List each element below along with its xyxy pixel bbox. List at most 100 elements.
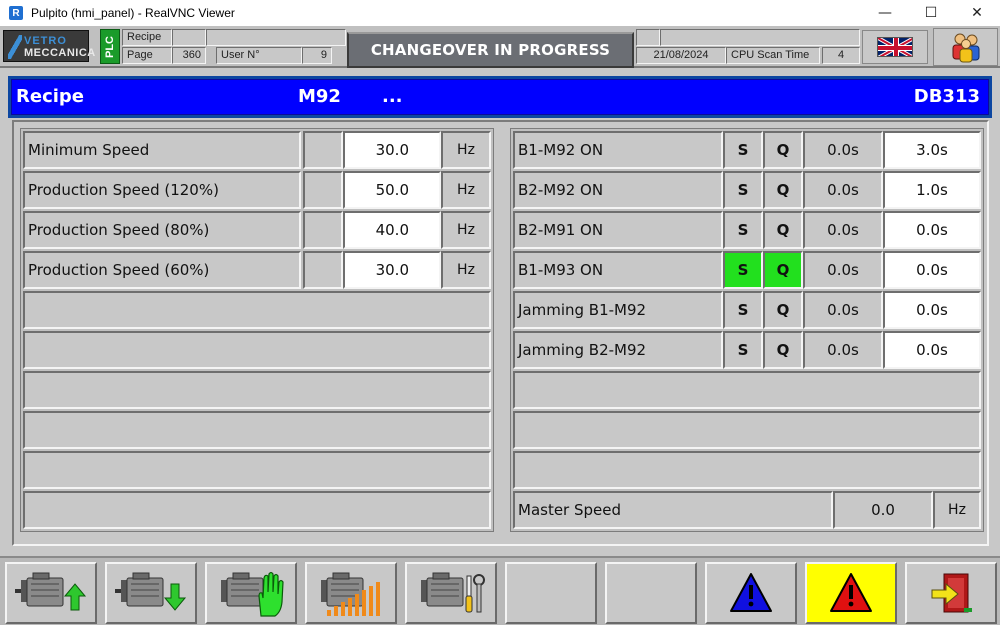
timer-parameters-frame: B1-M92 ON S Q 0.0s 3.0s B2-M92 ON S Q 0.…: [510, 128, 984, 532]
timer-elapsed: 0.0s: [803, 131, 883, 169]
users-group-icon: [952, 33, 979, 63]
motor-up-button[interactable]: [5, 562, 97, 624]
header-blank-cell: [660, 29, 860, 46]
red-alarm-icon: [830, 573, 872, 612]
empty-row: [23, 491, 491, 529]
empty-row: [513, 371, 981, 409]
speed-label: Production Speed (60%): [23, 251, 301, 289]
page-number: 360: [172, 47, 206, 64]
recipe-description: ...: [382, 86, 403, 107]
master-speed-label: Master Speed: [513, 491, 833, 529]
bottom-toolbar: [0, 556, 1000, 625]
header-blank-cell: [206, 29, 346, 46]
motor-hand-icon: [221, 571, 284, 617]
timer-preset-input[interactable]: 0.0s: [883, 211, 981, 249]
recipe-parameters-panel: Minimum Speed 30.0 Hz Production Speed (…: [12, 120, 989, 546]
minimize-button[interactable]: —: [862, 0, 908, 26]
empty-row: [23, 331, 491, 369]
plc-label: PLC: [104, 35, 116, 58]
master-speed-value: 0.0: [833, 491, 933, 529]
timer-preset-input[interactable]: 0.0s: [883, 251, 981, 289]
logo-line-1: VETRO: [24, 35, 67, 47]
changeover-status-banner: CHANGEOVER IN PROGRESS: [347, 32, 634, 68]
motor-speed-bars-icon: [321, 572, 380, 616]
timer-s-indicator: S: [723, 331, 763, 369]
logo-mark-icon: [8, 35, 22, 59]
empty-button-1[interactable]: [505, 562, 597, 624]
motor-down-button[interactable]: [105, 562, 197, 624]
close-button[interactable]: ✕: [954, 0, 1000, 26]
warnings-button[interactable]: [705, 562, 797, 624]
user-label: User N°: [216, 47, 302, 64]
speed-value-input[interactable]: 40.0: [343, 211, 441, 249]
empty-row: [513, 411, 981, 449]
timer-elapsed: 0.0s: [803, 211, 883, 249]
window-title: Pulpito (hmi_panel) - RealVNC Viewer: [31, 6, 235, 20]
motor-arrow-down-icon: [115, 572, 187, 611]
language-button[interactable]: [862, 30, 928, 64]
speed-parameters-frame: Minimum Speed 30.0 Hz Production Speed (…: [20, 128, 494, 532]
vetro-meccanica-logo: VETRO MECCANICA: [3, 30, 95, 62]
speed-value-input[interactable]: 50.0: [343, 171, 441, 209]
speed-unit: Hz: [441, 171, 491, 209]
exit-door-icon: [931, 573, 972, 613]
date-display: 21/08/2024: [636, 47, 726, 64]
timer-label: B2-M91 ON: [513, 211, 723, 249]
timer-preset-input[interactable]: 0.0s: [883, 331, 981, 369]
timer-elapsed: 0.0s: [803, 171, 883, 209]
timer-elapsed: 0.0s: [803, 331, 883, 369]
motor-speed-button[interactable]: [305, 562, 397, 624]
timer-preset-input[interactable]: 1.0s: [883, 171, 981, 209]
motor-maintenance-button[interactable]: [405, 562, 497, 624]
timer-q-indicator: Q: [763, 211, 803, 249]
recipe-header-label: Recipe: [122, 29, 172, 46]
timer-s-indicator: S: [723, 131, 763, 169]
timer-q-indicator: Q: [763, 331, 803, 369]
timer-s-indicator: S: [723, 211, 763, 249]
empty-row: [23, 291, 491, 329]
speed-unit: Hz: [441, 251, 491, 289]
motor-manual-button[interactable]: [205, 562, 297, 624]
recipe-code: M92: [298, 86, 341, 107]
recipe-bar-label: Recipe: [16, 86, 85, 107]
empty-row: [23, 371, 491, 409]
uk-flag-icon: [877, 37, 913, 57]
speed-value-input[interactable]: 30.0: [343, 131, 441, 169]
users-button[interactable]: [933, 28, 998, 66]
exit-button[interactable]: [905, 562, 997, 624]
timer-preset-input[interactable]: 0.0s: [883, 291, 981, 329]
user-number: 9: [302, 47, 332, 64]
window-titlebar: R Pulpito (hmi_panel) - RealVNC Viewer —…: [0, 0, 1000, 26]
timer-q-indicator: Q: [763, 171, 803, 209]
hmi-header: VETRO MECCANICA PLC Recipe Page 360 User…: [0, 26, 1000, 68]
recipe-title-inner: Recipe M92 ... DB313: [11, 79, 989, 115]
master-speed-unit: Hz: [933, 491, 981, 529]
motor-arrow-up-icon: [15, 572, 87, 611]
speed-unit: Hz: [441, 131, 491, 169]
page-label: Page: [122, 47, 172, 64]
alarms-button[interactable]: [805, 562, 897, 624]
timer-elapsed: 0.0s: [803, 251, 883, 289]
timer-q-indicator: Q: [763, 131, 803, 169]
timer-label: B2-M92 ON: [513, 171, 723, 209]
speed-label: Production Speed (120%): [23, 171, 301, 209]
cpu-scan-label: CPU Scan Time: [726, 47, 820, 64]
timer-elapsed: 0.0s: [803, 291, 883, 329]
speed-label: Production Speed (80%): [23, 211, 301, 249]
recipe-title-bar: Recipe M92 ... DB313: [8, 76, 992, 118]
speed-indicator: [303, 211, 343, 249]
timer-preset-input[interactable]: 3.0s: [883, 131, 981, 169]
timer-label: Jamming B1-M92: [513, 291, 723, 329]
blue-warning-icon: [730, 573, 772, 612]
empty-row: [513, 451, 981, 489]
maximize-button[interactable]: ☐: [908, 0, 954, 26]
speed-value-input[interactable]: 30.0: [343, 251, 441, 289]
realvnc-app-icon: R: [9, 6, 23, 20]
empty-button-2[interactable]: [605, 562, 697, 624]
empty-row: [23, 411, 491, 449]
cpu-scan-value: 4: [822, 47, 860, 64]
plc-status-badge: PLC: [100, 29, 120, 64]
header-blank-cell: [636, 29, 660, 46]
recipe-header-value: [172, 29, 206, 46]
timer-s-indicator-active: S: [723, 251, 763, 289]
